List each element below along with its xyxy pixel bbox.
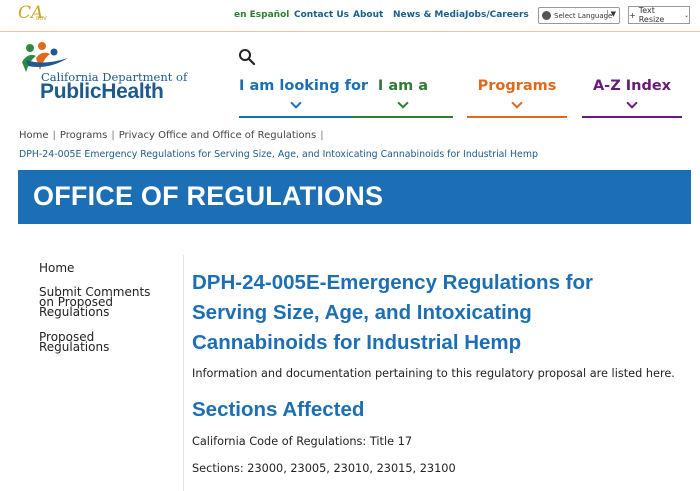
sidebar-item-proposed-regulations[interactable]: Proposed Regulations <box>39 331 119 353</box>
top-utility-bar: CA .GOV en Español Contact Us About News… <box>0 0 700 32</box>
breadcrumb-programs[interactable]: Programs <box>60 130 107 141</box>
nav-label: I am a <box>377 78 429 94</box>
nav-label: Programs <box>477 78 557 94</box>
link-jobs-careers[interactable]: Jobs/Careers <box>465 10 529 20</box>
search-icon[interactable] <box>238 48 256 66</box>
sidebar-item-submit-comments[interactable]: Submit Comments on Proposed Regulations <box>39 286 151 318</box>
nav-i-am-a[interactable]: I am a <box>353 78 453 118</box>
link-news-media[interactable]: News & Media <box>393 10 465 20</box>
page-banner: OFFICE OF REGULATIONS <box>18 170 691 224</box>
link-about[interactable]: About <box>353 10 383 20</box>
link-contact-us[interactable]: Contact Us <box>294 10 349 20</box>
breadcrumb-separator: | <box>111 130 115 141</box>
ca-gov-logo[interactable]: CA .GOV <box>18 3 48 25</box>
chevron-down-icon <box>626 97 638 109</box>
nav-programs[interactable]: Programs <box>467 78 567 118</box>
nav-i-am-looking-for[interactable]: I am looking for <box>239 78 369 118</box>
chevron-down-icon: ⌄ <box>683 11 689 19</box>
chevron-down-icon <box>397 97 409 109</box>
language-select-label: Select Language <box>554 11 613 20</box>
logo-line-2: PublicHealth <box>40 80 164 103</box>
nav-underline <box>353 116 453 118</box>
breadcrumb-separator: | <box>320 130 324 141</box>
breadcrumb: Home | Programs | Privacy Office and Office … <box>19 130 328 141</box>
sidebar-divider <box>183 255 184 491</box>
breadcrumb-current[interactable]: DPH-24-005E Emergency Regulations for Se… <box>19 149 538 160</box>
nav-underline <box>582 116 682 118</box>
sections-line: Sections: 23000, 23005, 23010, 23015, 23… <box>192 462 456 475</box>
section-heading: Sections Affected <box>192 398 365 421</box>
breadcrumb-privacy-office[interactable]: Privacy Office and Office of Regulations <box>119 130 317 141</box>
link-en-espanol[interactable]: en Español <box>234 10 289 20</box>
chevron-down-icon <box>290 97 302 109</box>
nav-label: I am looking for <box>239 78 369 94</box>
nav-label: A-Z Index <box>592 78 672 94</box>
code-of-regulations-line: California Code of Regulations: Title 17 <box>192 435 413 448</box>
nav-a-z-index[interactable]: A-Z Index <box>582 78 682 118</box>
globe-icon <box>542 11 551 20</box>
breadcrumb-separator: | <box>52 130 56 141</box>
language-select[interactable]: Select Language ▼ <box>538 7 620 24</box>
text-resize-label: Text Resize <box>638 6 665 24</box>
chevron-down-icon <box>511 97 523 109</box>
nav-underline <box>467 116 567 118</box>
sidebar-item-home[interactable]: Home <box>39 262 74 274</box>
intro-text: Information and documentation pertaining… <box>192 367 675 380</box>
cdph-logo[interactable]: California Department of PublicHealth <box>18 42 188 104</box>
page-title: DPH-24-005E-Emergency Regulations for Se… <box>192 271 594 354</box>
banner-title: OFFICE OF REGULATIONS <box>33 181 384 211</box>
plus-icon: + <box>629 10 636 20</box>
nav-underline <box>239 116 353 118</box>
text-resize-button[interactable]: + Text Resize ⌄ <box>628 6 690 24</box>
ca-logo-sub: .GOV <box>34 16 47 22</box>
breadcrumb-home[interactable]: Home <box>19 130 49 141</box>
chevron-down-icon: ▼ <box>606 10 616 18</box>
